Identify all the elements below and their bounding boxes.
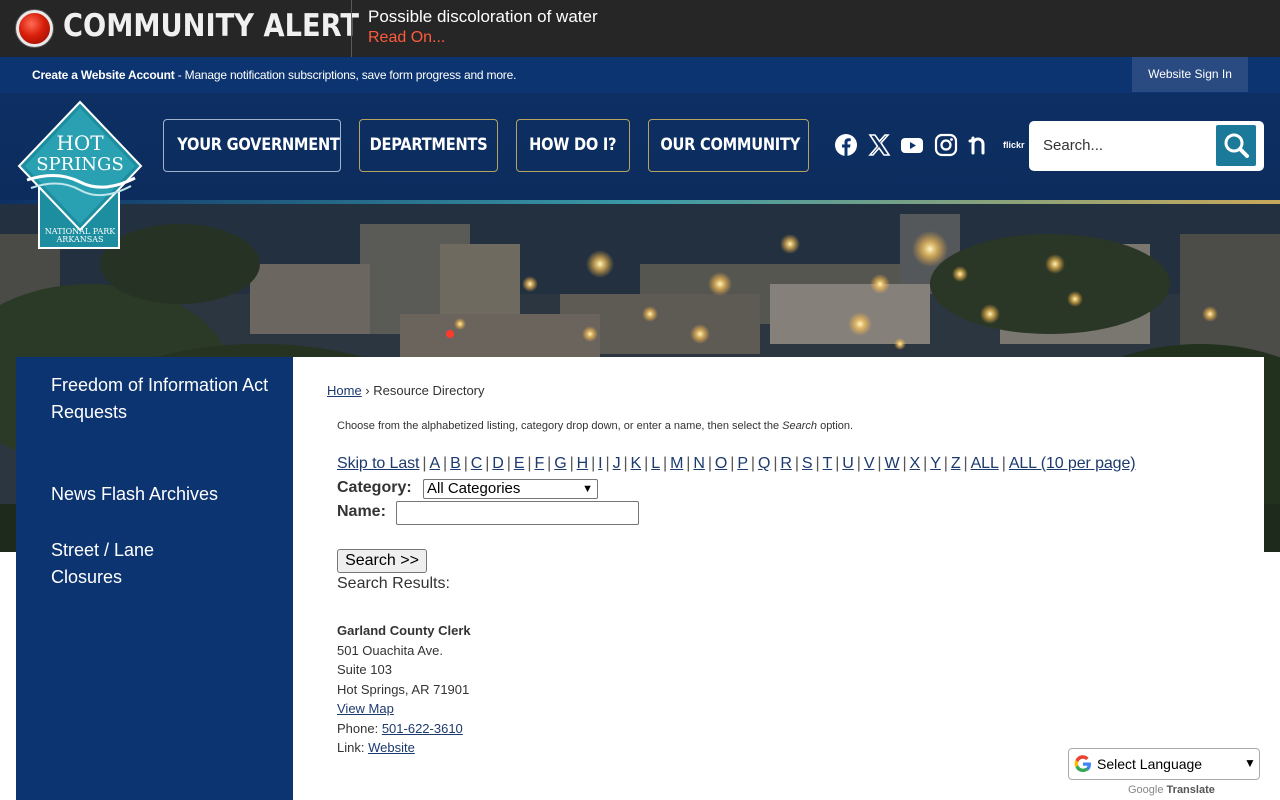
alpha-link-f[interactable]: F (534, 455, 544, 472)
logo-text-springs: SPRINGS (36, 154, 124, 175)
result-name: Garland County Clerk (337, 623, 471, 638)
name-input[interactable] (396, 501, 639, 525)
breadcrumb: Home › Resource Directory (327, 383, 485, 398)
result-view-map-link[interactable]: View Map (337, 701, 394, 716)
category-select-value: All Categories (427, 480, 521, 497)
result-address-line2: Suite 103 (337, 662, 392, 677)
intro-text-emphasis: Search (782, 420, 818, 432)
facebook-icon[interactable] (834, 133, 858, 157)
account-strip-text: Create a Website Account - Manage notifi… (32, 68, 516, 82)
alpha-link-y[interactable]: Y (930, 455, 941, 472)
account-strip: Create a Website Account - Manage notifi… (0, 57, 1280, 93)
logo-text-arkansas: ARKANSAS (56, 235, 104, 244)
category-select[interactable]: All Categories ▼ (423, 479, 598, 499)
alpha-link-c[interactable]: C (471, 455, 483, 472)
chevron-down-icon: ▼ (582, 483, 593, 495)
hot-springs-logo[interactable]: HOT SPRINGS NATIONAL PARK ARKANSAS (17, 100, 143, 250)
intro-text: Choose from the alphabetized listing, ca… (337, 420, 853, 432)
alpha-link-b[interactable]: B (450, 455, 461, 472)
alpha-link-s[interactable]: S (802, 455, 813, 472)
alpha-link-q[interactable]: Q (758, 455, 770, 472)
google-wordmark: Google (1128, 784, 1164, 796)
alpha-link-i[interactable]: I (598, 455, 602, 472)
chevron-down-icon: ▼ (1244, 756, 1256, 770)
alpha-link-all[interactable]: ALL (971, 455, 999, 472)
google-icon (1074, 755, 1091, 773)
alpha-link-j[interactable]: J (613, 455, 621, 472)
x-icon[interactable] (867, 133, 891, 157)
search-icon (1224, 133, 1249, 158)
sidebar: Freedom of Information Act Requests News… (16, 357, 293, 800)
alpha-link-n[interactable]: N (693, 455, 705, 472)
alpha-link-p[interactable]: P (737, 455, 748, 472)
logo-text-hot: HOT (56, 131, 104, 155)
name-label: Name: (337, 503, 386, 520)
nav-departments-label: DEPARTMENTS (369, 135, 488, 155)
alpha-link-l[interactable]: L (651, 455, 660, 472)
alpha-link-u[interactable]: U (842, 455, 854, 472)
breadcrumb-home-link[interactable]: Home (327, 383, 362, 398)
alpha-link-e[interactable]: E (514, 455, 525, 472)
nextdoor-icon[interactable] (968, 133, 992, 157)
sidebar-item-foia-requests[interactable]: Freedom of Information Act Requests (51, 372, 271, 425)
youtube-icon[interactable] (900, 133, 924, 157)
alert-title: COMMUNITY ALERT (63, 8, 360, 44)
result-address-line1: 501 Ouachita Ave. (337, 642, 444, 658)
instagram-icon[interactable] (934, 133, 958, 157)
sidebar-item-news-flash-archives[interactable]: News Flash Archives (51, 481, 271, 508)
header-accent-line (0, 200, 1280, 204)
nav-your-government[interactable]: YOUR GOVERNMENT (163, 119, 341, 172)
intro-text-before: Choose from the alphabetized listing, ca… (337, 420, 783, 432)
search-submit-button[interactable] (1216, 125, 1256, 166)
alpha-link-m[interactable]: M (670, 455, 683, 472)
result-phone-label: Phone: (337, 720, 382, 736)
alpha-link-x[interactable]: X (910, 455, 921, 472)
alpha-link-g[interactable]: G (554, 455, 566, 472)
language-select-label: Select Language (1097, 756, 1203, 772)
nav-how-do-i[interactable]: HOW DO I? (516, 119, 630, 172)
search-results-heading: Search Results: (337, 575, 450, 592)
nav-how-do-i-label: HOW DO I? (529, 135, 617, 155)
intro-text-after: option. (817, 420, 854, 432)
alpha-link-t[interactable]: T (823, 455, 833, 472)
alert-icon (16, 10, 53, 47)
flickr-icon[interactable]: flickr (1003, 140, 1025, 150)
community-alert-bar: COMMUNITY ALERT Possible discoloration o… (0, 0, 1280, 57)
account-strip-description: - Manage notification subscriptions, sav… (174, 68, 517, 82)
nav-departments[interactable]: DEPARTMENTS (359, 119, 498, 172)
website-sign-in-button[interactable]: Website Sign In (1132, 57, 1248, 92)
alpha-link-v[interactable]: V (864, 455, 875, 472)
alert-message[interactable]: Possible discoloration of water (368, 7, 598, 27)
site-search-input[interactable] (1043, 128, 1208, 163)
nav-your-government-label: YOUR GOVERNMENT (177, 135, 340, 155)
translate-wordmark: Translate (1166, 784, 1215, 796)
sidebar-item-street-lane-closures[interactable]: Street / Lane Closures (51, 537, 201, 590)
result-item: Garland County Clerk 501 Ouachita Ave. S… (337, 621, 471, 758)
result-phone-link[interactable]: 501-622-3610 (382, 721, 463, 736)
alpha-link-k[interactable]: K (631, 455, 642, 472)
search-button[interactable]: Search >> (337, 549, 427, 573)
nav-our-community[interactable]: OUR COMMUNITY (648, 119, 809, 172)
result-link-label: Link: (337, 740, 369, 755)
breadcrumb-separator: › (361, 383, 374, 398)
breadcrumb-current: Resource Directory (373, 383, 485, 398)
powered-by-google-translate: Google Translate (1128, 784, 1215, 796)
alpha-link-o[interactable]: O (715, 455, 727, 472)
result-website-link[interactable]: Website (368, 740, 415, 755)
category-label: Category: (337, 479, 412, 496)
alpha-link-h[interactable]: H (577, 455, 589, 472)
nav-our-community-label: OUR COMMUNITY (660, 135, 801, 155)
result-city: Hot Springs, AR 71901 (337, 681, 470, 697)
alpha-link-z[interactable]: Z (951, 455, 961, 472)
alpha-link-w[interactable]: W (884, 455, 899, 472)
alpha-link-d[interactable]: D (492, 455, 504, 472)
alert-read-on-link[interactable]: Read On... (368, 29, 445, 47)
alpha-link-all-10-per-page[interactable]: ALL (10 per page) (1009, 455, 1136, 472)
alphabet-links: Skip to Last | A | B | C | D | E | F | G | H | I | J | K | L | M | N… (337, 455, 1136, 472)
alpha-link-r[interactable]: R (780, 455, 792, 472)
alpha-link-a[interactable]: A (429, 455, 440, 472)
alert-divider (351, 0, 352, 57)
create-account-link[interactable]: Create a Website Account (32, 68, 175, 82)
alpha-skip-to-last[interactable]: Skip to Last (337, 455, 420, 472)
